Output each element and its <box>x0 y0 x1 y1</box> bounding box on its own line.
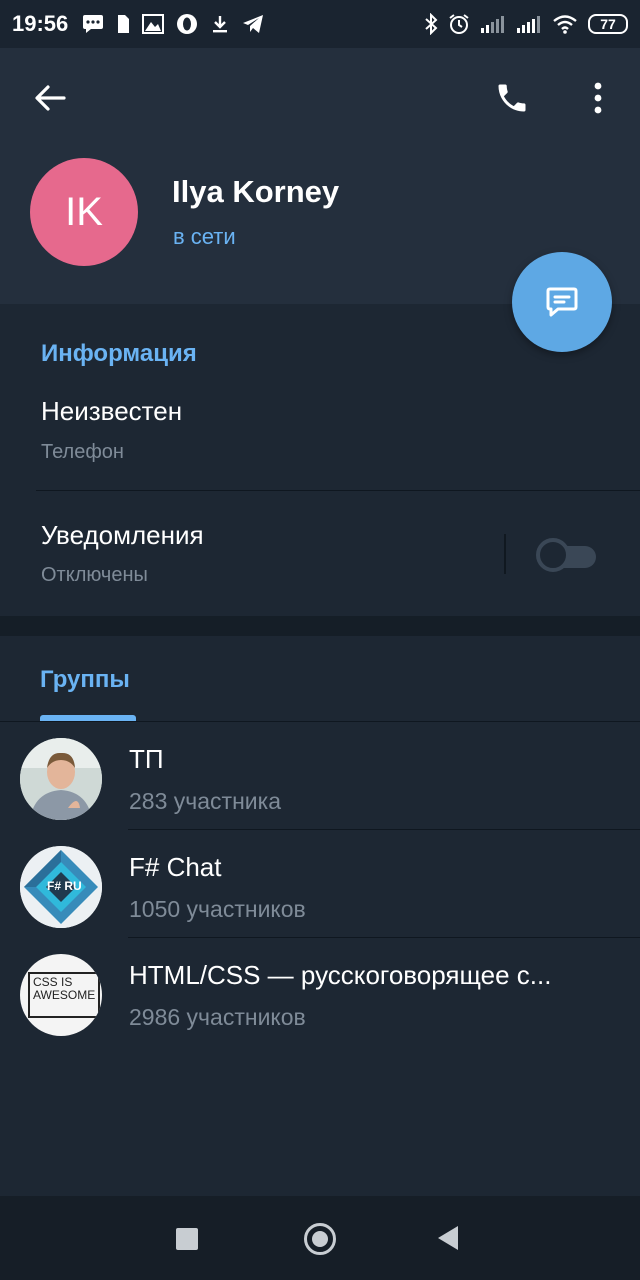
alarm-icon <box>449 14 469 34</box>
message-icon <box>546 287 578 317</box>
tab-groups[interactable]: Группы <box>40 636 136 722</box>
list-item[interactable]: ТП 283 участника <box>0 722 640 830</box>
message-icon <box>83 15 104 33</box>
system-icons: 77 <box>424 13 628 35</box>
send-message-button[interactable] <box>512 252 612 352</box>
recent-apps-button[interactable] <box>176 1228 198 1250</box>
sim-icon <box>118 15 130 33</box>
notifications-status: Отключены <box>41 564 148 586</box>
info-section: Информация Неизвестен Телефон Уведомлени… <box>0 304 640 616</box>
notifications-toggle[interactable] <box>536 538 600 572</box>
group-members: 2986 участников <box>129 1004 306 1030</box>
group-members: 1050 участников <box>129 896 306 922</box>
phone-icon <box>498 84 526 112</box>
more-options-button[interactable] <box>576 74 620 122</box>
fsharp-logo-text: F# RU <box>47 879 82 893</box>
notifications-title: Уведомления <box>41 520 204 550</box>
list-item[interactable]: F# RU F# Chat 1050 участников <box>0 830 640 938</box>
arrow-left-icon <box>35 85 66 111</box>
photo-icon <box>142 14 165 34</box>
signal-icon <box>517 16 540 33</box>
nav-back-button[interactable] <box>438 1226 458 1250</box>
more-vertical-icon <box>594 82 602 114</box>
list-item[interactable]: CSS IS AWESOME HTML/CSS — русскоговоряще… <box>0 938 640 1046</box>
phone-label: Телефон <box>41 441 124 463</box>
info-section-title: Информация <box>41 340 197 367</box>
signal-icon <box>481 16 504 33</box>
groups-section: Группы ТП 283 участника F# RU F# Chat 10… <box>0 636 640 1196</box>
group-members: 283 участника <box>129 788 281 814</box>
navigation-bar <box>0 1196 640 1280</box>
group-avatar: F# RU <box>20 846 102 928</box>
contact-name: Ilya Korney <box>172 174 340 209</box>
bluetooth-icon <box>425 13 438 35</box>
status-time: 19:56 <box>12 11 69 36</box>
status-bar: 19:56 77 <box>0 0 640 48</box>
group-name: HTML/CSS — русскоговорящее с... <box>129 960 552 990</box>
online-status: в сети <box>173 224 236 249</box>
divider <box>504 534 506 574</box>
divider <box>36 490 640 491</box>
telegram-icon <box>243 15 264 33</box>
notification-icons <box>82 13 264 35</box>
phone-value[interactable]: Неизвестен <box>41 396 182 427</box>
group-avatar: CSS IS AWESOME <box>20 954 102 1036</box>
back-button[interactable] <box>24 76 76 120</box>
css-is-awesome-logo: CSS IS AWESOME <box>28 972 100 1018</box>
call-button[interactable] <box>488 74 536 122</box>
tab-groups-label: Группы <box>40 666 130 693</box>
opera-icon <box>177 14 198 34</box>
section-gap <box>0 616 640 636</box>
wifi-icon <box>553 15 577 34</box>
toggle-knob <box>536 538 570 572</box>
battery-icon: 77 <box>588 14 628 34</box>
group-avatar <box>20 738 102 820</box>
group-name: ТП <box>129 744 164 774</box>
group-name: F# Chat <box>129 852 222 882</box>
home-icon <box>312 1231 328 1247</box>
photo-avatar <box>20 738 102 820</box>
download-icon <box>213 16 228 33</box>
avatar[interactable]: IK <box>30 158 138 266</box>
home-button[interactable] <box>304 1223 336 1255</box>
notifications-row[interactable]: Уведомления Отключены <box>0 504 640 600</box>
